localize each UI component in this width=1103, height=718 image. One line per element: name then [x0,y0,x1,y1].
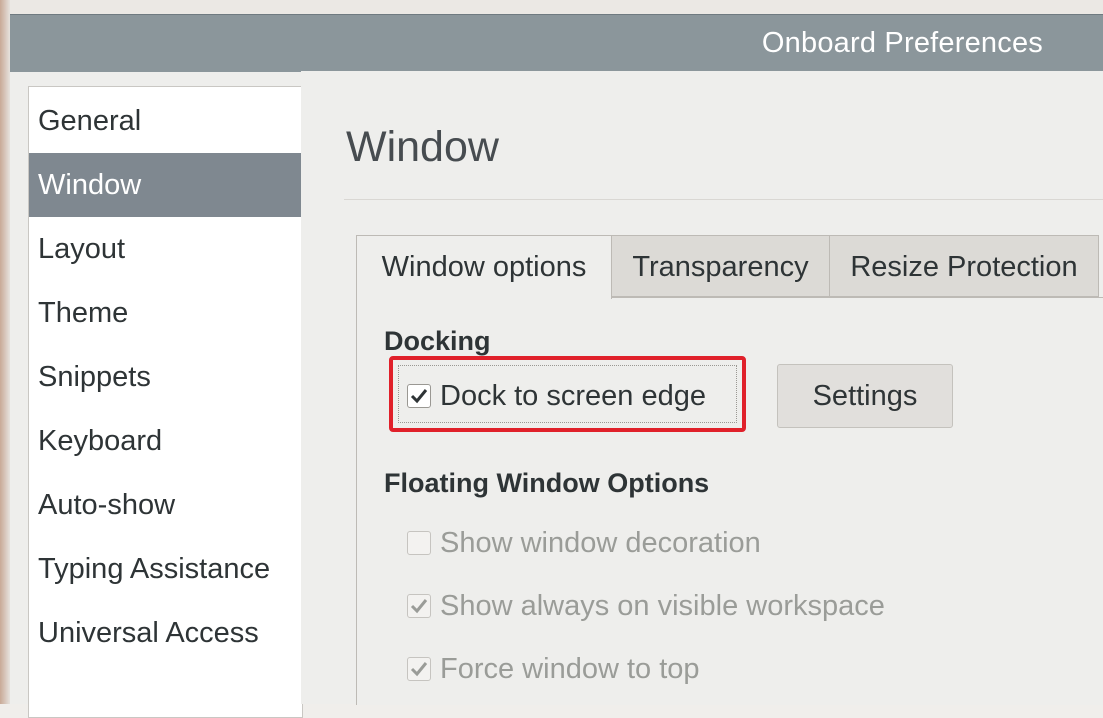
checkmark-icon [410,599,428,614]
window-title: Onboard Preferences [761,27,1043,59]
title-bar[interactable]: Onboard Preferences [10,14,1103,72]
page-title: Window [346,123,499,171]
content-pane: Window Window options Transparency Resiz… [301,71,1103,705]
show-window-decoration-checkbox[interactable] [407,531,431,555]
force-window-to-top-option[interactable]: Force window to top [407,649,700,689]
red-highlight-box [389,356,746,432]
sidebar-item-typing-assistance[interactable]: Typing Assistance [29,537,302,601]
show-always-on-workspace-label: Show always on visible workspace [440,589,885,622]
checkmark-icon [410,662,428,677]
tab-window-options[interactable]: Window options [356,235,612,299]
force-window-to-top-checkbox[interactable] [407,657,431,681]
window-top-border [10,0,1103,14]
desktop-edge [0,0,10,704]
tab-resize-protection[interactable]: Resize Protection [829,235,1099,297]
tab-transparency[interactable]: Transparency [611,235,830,297]
sidebar-item-auto-show[interactable]: Auto-show [29,473,302,537]
sidebar-item-keyboard[interactable]: Keyboard [29,409,302,473]
docking-heading: Docking [384,326,491,356]
show-always-on-workspace-option[interactable]: Show always on visible workspace [407,586,885,626]
sidebar-item-window[interactable]: Window [29,153,302,217]
show-window-decoration-label: Show window decoration [440,526,761,559]
show-always-on-workspace-checkbox[interactable] [407,594,431,618]
sidebar-item-universal-access[interactable]: Universal Access [29,601,302,665]
title-divider [344,199,1103,200]
sidebar: General Window Layout Theme Snippets Key… [28,86,303,718]
floating-options-heading: Floating Window Options [384,468,710,498]
show-window-decoration-option[interactable]: Show window decoration [407,523,761,563]
sidebar-item-theme[interactable]: Theme [29,281,302,345]
sidebar-item-snippets[interactable]: Snippets [29,345,302,409]
sidebar-item-layout[interactable]: Layout [29,217,302,281]
force-window-to-top-label: Force window to top [440,652,700,685]
preferences-window: Onboard Preferences General Window Layou… [0,0,1103,718]
sidebar-item-general[interactable]: General [29,89,302,153]
settings-button[interactable]: Settings [777,364,953,428]
